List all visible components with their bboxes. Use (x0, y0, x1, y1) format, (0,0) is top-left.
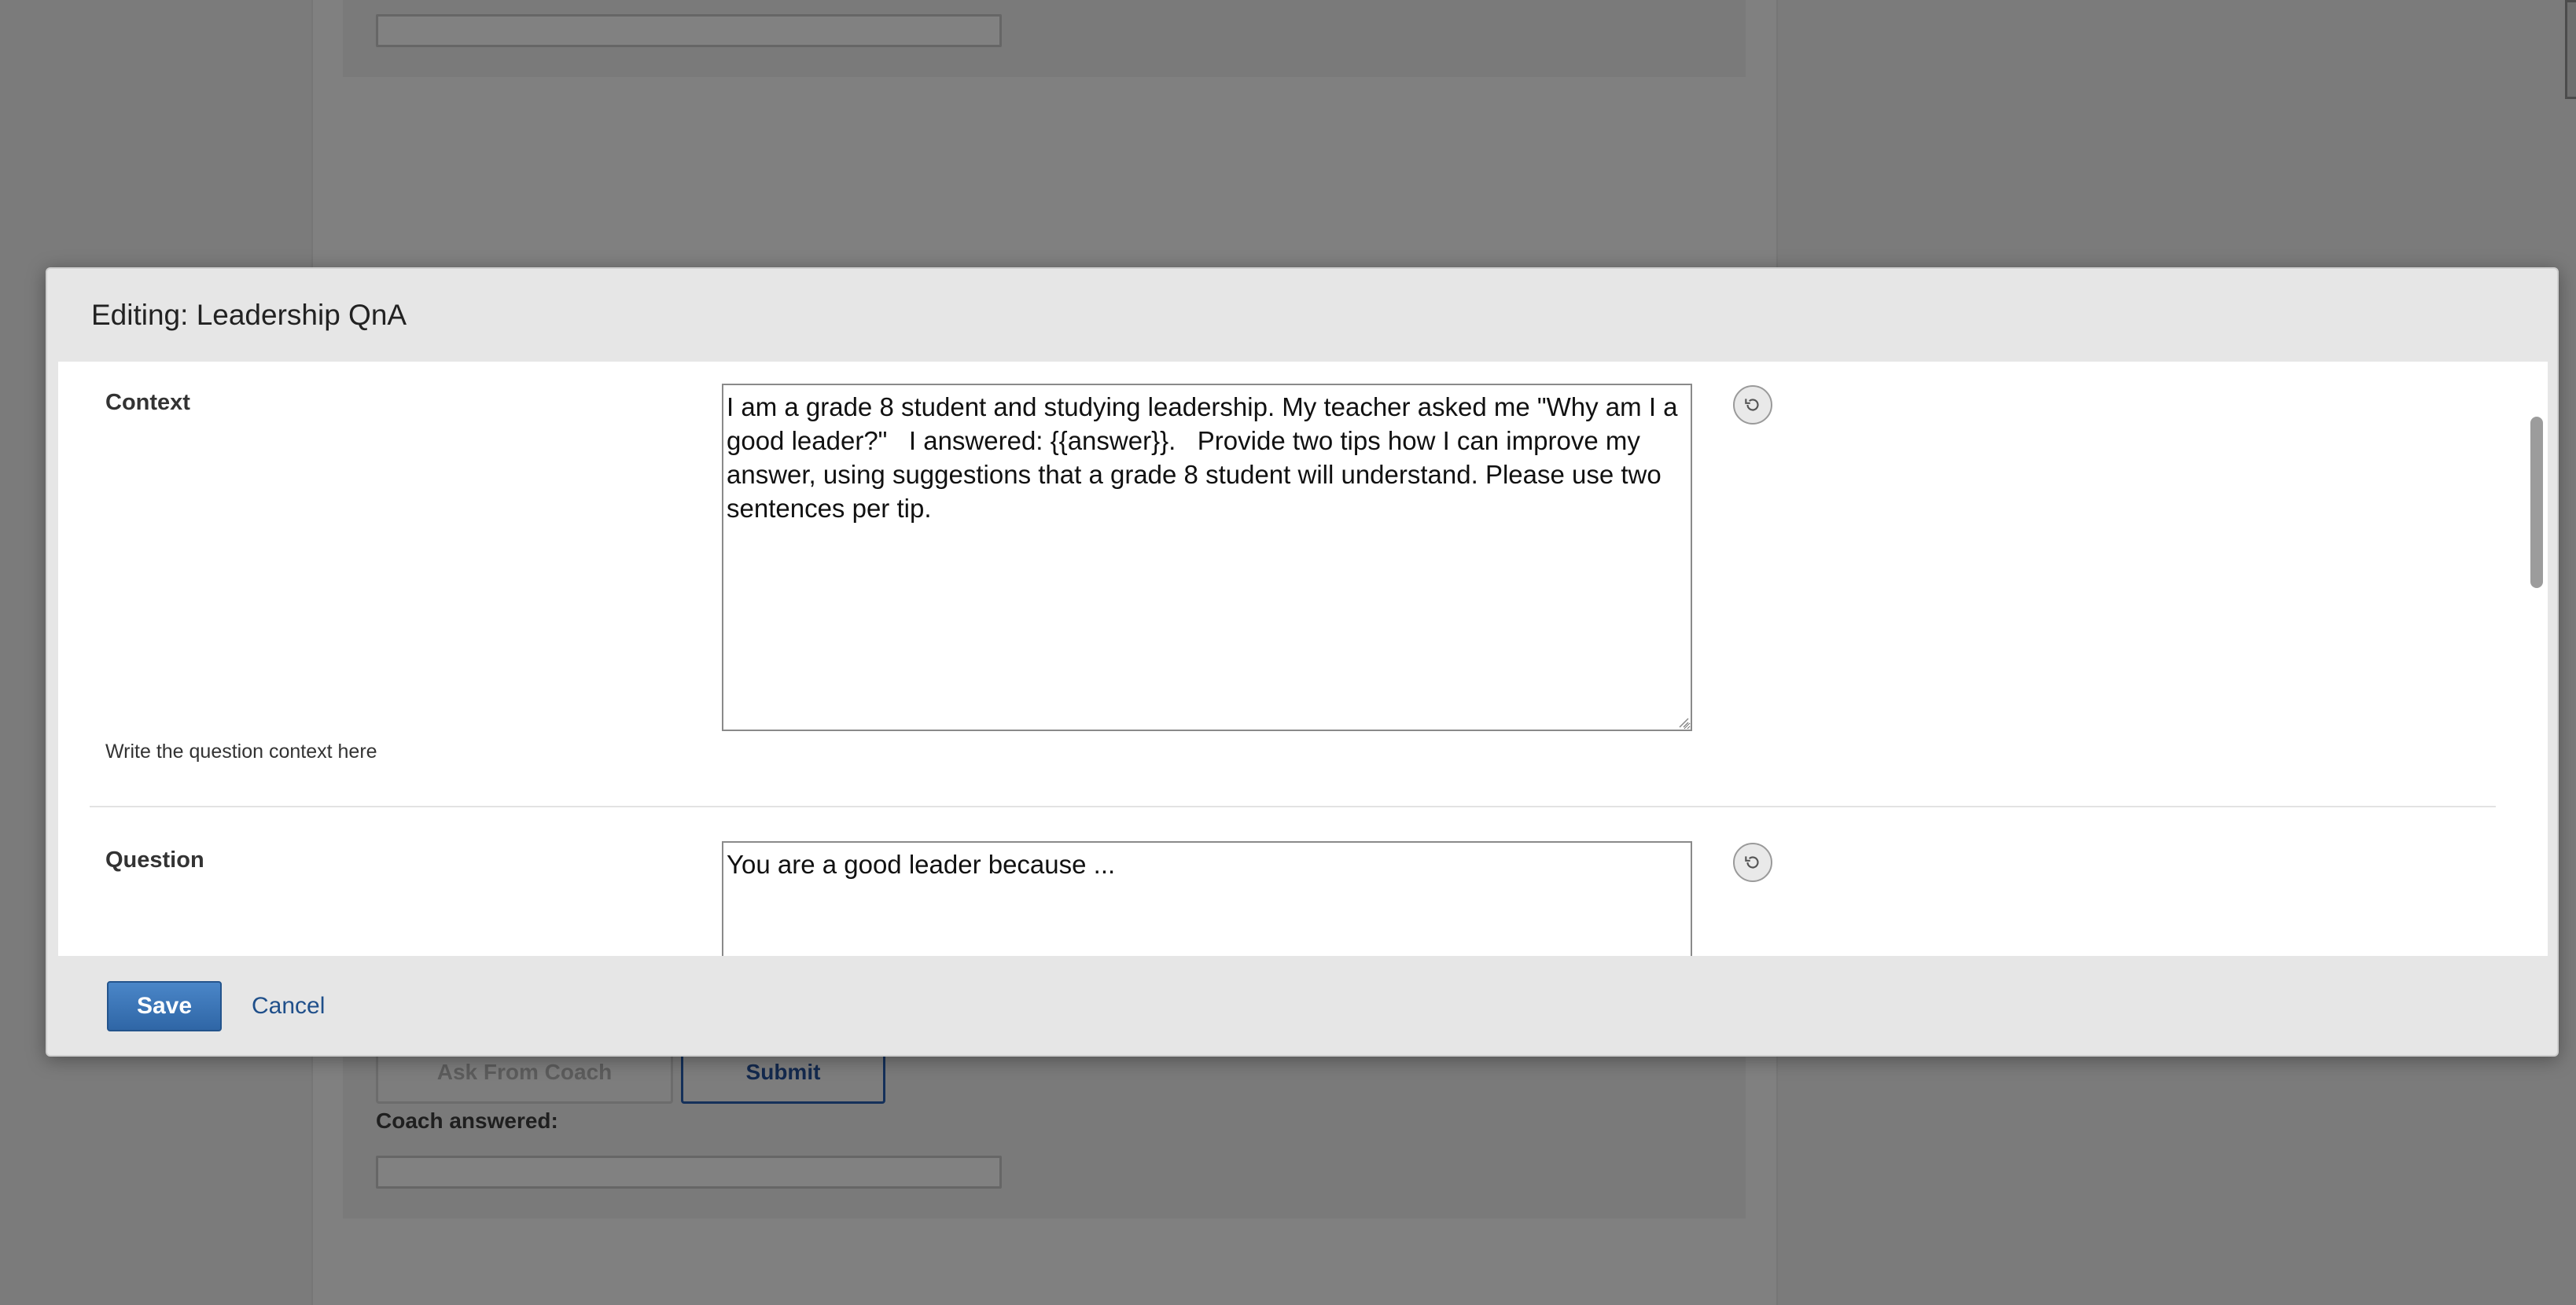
coach-answered-label: Coach answered: (376, 1108, 558, 1133)
cancel-link[interactable]: Cancel (252, 993, 325, 1020)
background-input-top (376, 14, 1002, 47)
dialog-body[interactable]: Context I am a grade 8 student and study… (58, 362, 2548, 956)
dialog-header: Editing: Leadership QnA (47, 269, 2557, 362)
edit-dialog: Editing: Leadership QnA Context I am a g… (46, 267, 2559, 1057)
context-reset-button[interactable] (1733, 385, 1772, 425)
dialog-scrollbar[interactable] (2524, 362, 2548, 956)
window-corner-element (2565, 0, 2576, 99)
reset-icon (1745, 856, 1759, 869)
coach-answer-field (376, 1156, 1002, 1189)
field-divider (90, 806, 2496, 807)
question-textarea[interactable]: You are a good leader because ... (722, 841, 1692, 956)
context-textarea[interactable]: I am a grade 8 student and studying lead… (722, 384, 1692, 731)
question-label: Question (105, 847, 204, 873)
scrollbar-thumb[interactable] (2530, 417, 2543, 588)
save-button[interactable]: Save (107, 981, 222, 1031)
dialog-title: Editing: Leadership QnA (91, 299, 407, 331)
context-label: Context (105, 390, 190, 415)
context-help-text: Write the question context here (105, 741, 377, 763)
reset-icon (1745, 399, 1759, 411)
dialog-footer: Save Cancel (47, 956, 2557, 1057)
resize-grip-icon[interactable] (1676, 715, 1689, 728)
question-reset-button[interactable] (1733, 843, 1772, 882)
